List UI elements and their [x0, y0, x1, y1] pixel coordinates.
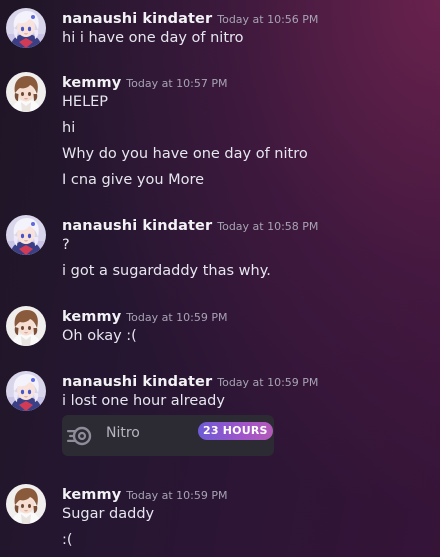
message-text: :(: [62, 532, 73, 548]
anime-avatar-brown-hair-icon: [6, 484, 46, 524]
message-text: i lost one hour already: [62, 393, 225, 409]
message-header: kemmy Today at 10:57 PM: [62, 72, 227, 92]
avatar[interactable]: [6, 8, 46, 48]
message-text: Why do you have one day of nitro: [62, 146, 308, 162]
message-text: Oh okay :(: [62, 328, 137, 344]
chat-messages: nanaushi kindater Today at 10:56 PM hi i …: [0, 0, 440, 557]
message-header: kemmy Today at 10:59 PM: [62, 484, 227, 504]
duration-badge: 23 HOURS: [198, 422, 273, 440]
message-header: nanaushi kindater Today at 10:58 PM: [62, 215, 318, 235]
username[interactable]: kemmy: [62, 75, 121, 91]
message-header: kemmy Today at 10:59 PM: [62, 306, 227, 326]
message-text: HELEP: [62, 94, 109, 110]
timestamp[interactable]: Today at 10:57 PM: [126, 77, 227, 90]
message-text: I cna give you More: [62, 172, 205, 188]
message-header: nanaushi kindater Today at 10:56 PM: [62, 8, 318, 28]
avatar[interactable]: [6, 306, 46, 346]
timestamp[interactable]: Today at 10:59 PM: [217, 376, 318, 389]
nitro-icon: [67, 426, 92, 446]
avatar[interactable]: [6, 484, 46, 524]
message-text: i got a sugardaddy thas why.: [62, 263, 271, 279]
message-header: nanaushi kindater Today at 10:59 PM: [62, 371, 318, 391]
message-text: hi: [62, 120, 76, 136]
username[interactable]: nanaushi kindater: [62, 218, 212, 234]
avatar[interactable]: [6, 72, 46, 112]
timestamp[interactable]: Today at 10:58 PM: [217, 220, 318, 233]
anime-avatar-white-hair-icon: [6, 371, 46, 411]
anime-avatar-brown-hair-icon: [6, 306, 46, 346]
anime-avatar-white-hair-icon: [6, 8, 46, 48]
message-text: Sugar daddy: [62, 506, 155, 522]
anime-avatar-brown-hair-icon: [6, 72, 46, 112]
username[interactable]: nanaushi kindater: [62, 374, 212, 390]
timestamp[interactable]: Today at 10:59 PM: [126, 489, 227, 502]
username[interactable]: nanaushi kindater: [62, 11, 212, 27]
message-text: hi i have one day of nitro: [62, 30, 244, 46]
message-text: ?: [62, 237, 70, 253]
username[interactable]: kemmy: [62, 487, 121, 503]
anime-avatar-white-hair-icon: [6, 215, 46, 255]
avatar[interactable]: [6, 371, 46, 411]
avatar[interactable]: [6, 215, 46, 255]
nitro-gift-card[interactable]: Nitro 23 HOURS: [62, 415, 274, 456]
timestamp[interactable]: Today at 10:59 PM: [126, 311, 227, 324]
timestamp[interactable]: Today at 10:56 PM: [217, 13, 318, 26]
username[interactable]: kemmy: [62, 309, 121, 325]
gift-label: Nitro: [106, 425, 140, 441]
